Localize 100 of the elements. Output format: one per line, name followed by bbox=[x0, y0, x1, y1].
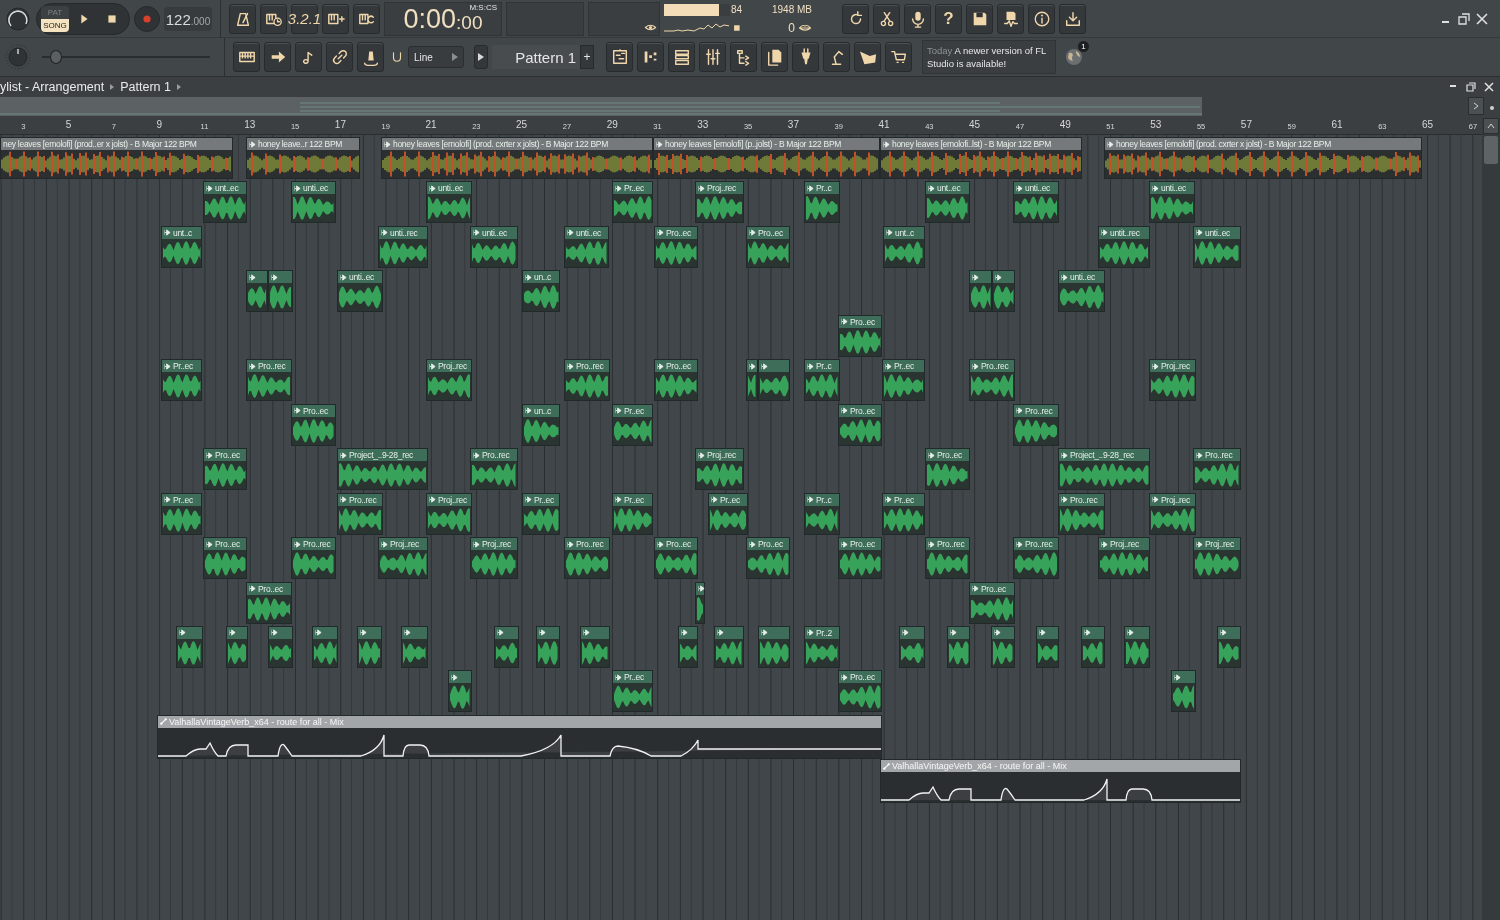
audio-clip[interactable]: Pr..c bbox=[804, 181, 840, 224]
news-panel[interactable]: Today A newer version of FL Studio is available! bbox=[922, 40, 1056, 74]
mode-toggle[interactable]: PAT bbox=[41, 5, 69, 19]
help-button[interactable]: ? bbox=[935, 3, 962, 34]
audio-clip[interactable]: Pr..2 bbox=[804, 625, 840, 668]
bar-number: 17 bbox=[334, 119, 346, 130]
clip-label: Pro..ec bbox=[981, 582, 1006, 595]
audio-clip[interactable]: Proj..rec bbox=[470, 537, 518, 580]
audio-clip[interactable]: Pro..ec bbox=[203, 448, 247, 491]
breadcrumb-item[interactable]: Pattern 1 bbox=[120, 80, 171, 94]
bar-number: 37 bbox=[787, 119, 799, 130]
audio-clip[interactable]: Pro..rec bbox=[246, 359, 292, 402]
audio-clip[interactable]: honey leaves [emolofi] (p..jolst) - B Major 122 BPM bbox=[653, 137, 880, 179]
audio-clip[interactable]: unti..ec bbox=[1193, 225, 1241, 268]
audio-clip[interactable]: honey leaves [emolofi] (prod. cxrter x jolst) - B Major 122 BPM bbox=[1104, 137, 1422, 179]
audio-clip[interactable]: Pr..ec bbox=[882, 359, 925, 402]
clip-label: Pro..rec bbox=[1025, 538, 1053, 551]
audio-clip[interactable]: Pro..ec bbox=[838, 670, 882, 713]
bar-number: 13 bbox=[244, 119, 256, 130]
audio-clip[interactable]: Pro..rec bbox=[1058, 492, 1105, 535]
audio-clip[interactable]: Pro..ec bbox=[654, 359, 698, 402]
audio-clip[interactable]: Pr..ec bbox=[612, 492, 653, 535]
snap-dropdown[interactable]: Line bbox=[408, 46, 464, 68]
clip-label: Pr..c bbox=[816, 493, 832, 506]
audio-clip[interactable]: Pr..ec bbox=[882, 492, 925, 535]
audio-clip[interactable]: Pr..c bbox=[804, 492, 840, 535]
clip-label: unt..ec bbox=[215, 182, 239, 195]
audio-clip[interactable]: ney leaves [emolofi] (prod..er x jolst) - B Major 122 BPM bbox=[0, 137, 233, 179]
audio-clip[interactable]: Proj..rec bbox=[1149, 492, 1196, 535]
audio-clip[interactable]: Proj..rec bbox=[378, 537, 428, 580]
audio-clip[interactable]: Pro..rec bbox=[564, 537, 610, 580]
audio-clip[interactable]: unti..ec bbox=[1013, 181, 1059, 224]
audio-clip[interactable]: Proj..rec bbox=[1149, 359, 1196, 402]
audio-clip[interactable]: Pr..ec bbox=[522, 492, 560, 535]
audio-clip[interactable]: unti..ec bbox=[337, 270, 383, 313]
audio-clip[interactable]: Pro..rec bbox=[291, 537, 336, 580]
audio-clip[interactable]: Pro..ec bbox=[838, 314, 882, 357]
audio-clip[interactable]: Pr..ec bbox=[161, 492, 202, 535]
audio-clip[interactable]: Proj..rec bbox=[426, 359, 472, 402]
audio-clip[interactable]: Pro..ec bbox=[925, 448, 970, 491]
audio-clip[interactable]: Pro..ec bbox=[203, 537, 247, 580]
audio-clip[interactable]: Pro..ec bbox=[969, 581, 1015, 624]
audio-clip[interactable]: Pro..ec bbox=[838, 403, 882, 446]
audio-clip[interactable]: unti..ec bbox=[291, 181, 336, 224]
audio-clip[interactable]: Pr..ec bbox=[612, 670, 653, 713]
clip-label: unt..c bbox=[173, 226, 192, 239]
audio-clip[interactable]: Pr..c bbox=[804, 359, 840, 402]
audio-clip[interactable]: un..c bbox=[522, 270, 560, 313]
audio-clip[interactable]: honey leave..r 122 BPM bbox=[246, 137, 360, 179]
audio-clip[interactable]: honey leaves [emolofi] (prod. cxrter x jolst) - B Major 122 BPM bbox=[381, 137, 653, 179]
clip-label: unti..ec bbox=[576, 226, 601, 239]
audio-clip[interactable]: Pro..rec bbox=[564, 359, 610, 402]
audio-clip[interactable]: Pro..rec bbox=[925, 537, 970, 580]
audio-clip[interactable]: unt..ec bbox=[925, 181, 970, 224]
audio-clip[interactable]: unti..ec bbox=[1149, 181, 1195, 224]
audio-clip[interactable]: Pro..rec bbox=[1193, 448, 1241, 491]
audio-clip[interactable]: Pro..rec bbox=[969, 359, 1015, 402]
pattern-selector[interactable]: Pattern 1 bbox=[492, 45, 580, 69]
audio-clip[interactable]: Proj..rec bbox=[695, 448, 744, 491]
polyphony-reading: 0 bbox=[788, 20, 795, 35]
audio-clip[interactable]: unti..rec bbox=[378, 225, 428, 268]
clip-label: Proj..rec bbox=[482, 538, 511, 551]
clip-label: Pro..rec bbox=[576, 360, 604, 373]
audio-clip[interactable]: unt..ec bbox=[203, 181, 247, 224]
audio-clip[interactable]: Pro..ec bbox=[654, 537, 698, 580]
audio-clip[interactable]: Pr..ec bbox=[612, 403, 653, 446]
audio-clip[interactable]: honey leaves [emolofi..lst) - B Major 122 BPM bbox=[880, 137, 1082, 179]
audio-clip[interactable]: un..c bbox=[522, 403, 560, 446]
audio-clip[interactable]: Pro..ec bbox=[654, 225, 698, 268]
audio-clip[interactable]: Proj..rec bbox=[695, 181, 744, 224]
audio-clip[interactable]: Pro..rec bbox=[1013, 537, 1059, 580]
audio-clip[interactable]: Project_..9-28_rec bbox=[1058, 448, 1150, 491]
audio-clip[interactable]: Proj..rec bbox=[1098, 537, 1150, 580]
audio-clip[interactable]: untit..rec bbox=[1098, 225, 1150, 268]
audio-clip[interactable]: unt..c bbox=[883, 225, 925, 268]
audio-clip[interactable]: unti..ec bbox=[470, 225, 518, 268]
audio-clip[interactable]: Pro..ec bbox=[746, 537, 790, 580]
audio-clip[interactable]: unti..ec bbox=[1058, 270, 1105, 313]
audio-clip[interactable]: Pro..ec bbox=[838, 537, 882, 580]
clip-label: Pr..ec bbox=[624, 404, 644, 417]
audio-clip[interactable]: unti..ec bbox=[564, 225, 609, 268]
audio-clip[interactable]: Pro..ec bbox=[246, 581, 292, 624]
audio-clip[interactable]: Proj..rec bbox=[426, 492, 472, 535]
audio-clip[interactable]: Pr..ec bbox=[612, 181, 653, 224]
audio-clip[interactable]: Pro..ec bbox=[746, 225, 790, 268]
audio-clip[interactable]: unt..c bbox=[161, 225, 202, 268]
audio-clip[interactable]: Project_..9-28_rec bbox=[337, 448, 428, 491]
audio-clip[interactable]: Proj..rec bbox=[1193, 537, 1241, 580]
clip-label: Pro..ec bbox=[666, 538, 691, 551]
clip-label: honey leave..r 122 BPM bbox=[258, 138, 343, 150]
add-pattern-button[interactable]: + bbox=[580, 45, 594, 69]
audio-clip[interactable]: unti..ec bbox=[426, 181, 472, 224]
audio-clip[interactable]: Pr..ec bbox=[708, 492, 748, 535]
audio-clip[interactable]: Pr..ec bbox=[161, 359, 202, 402]
audio-clip[interactable]: Pro..rec bbox=[337, 492, 383, 535]
tempo-field[interactable]: 122.000 bbox=[164, 6, 212, 31]
audio-clip[interactable]: Pro..ec bbox=[291, 403, 336, 446]
bar-number: 57 bbox=[1240, 119, 1252, 130]
audio-clip[interactable]: Pro..rec bbox=[470, 448, 518, 491]
audio-clip[interactable]: Pro..rec bbox=[1013, 403, 1059, 446]
